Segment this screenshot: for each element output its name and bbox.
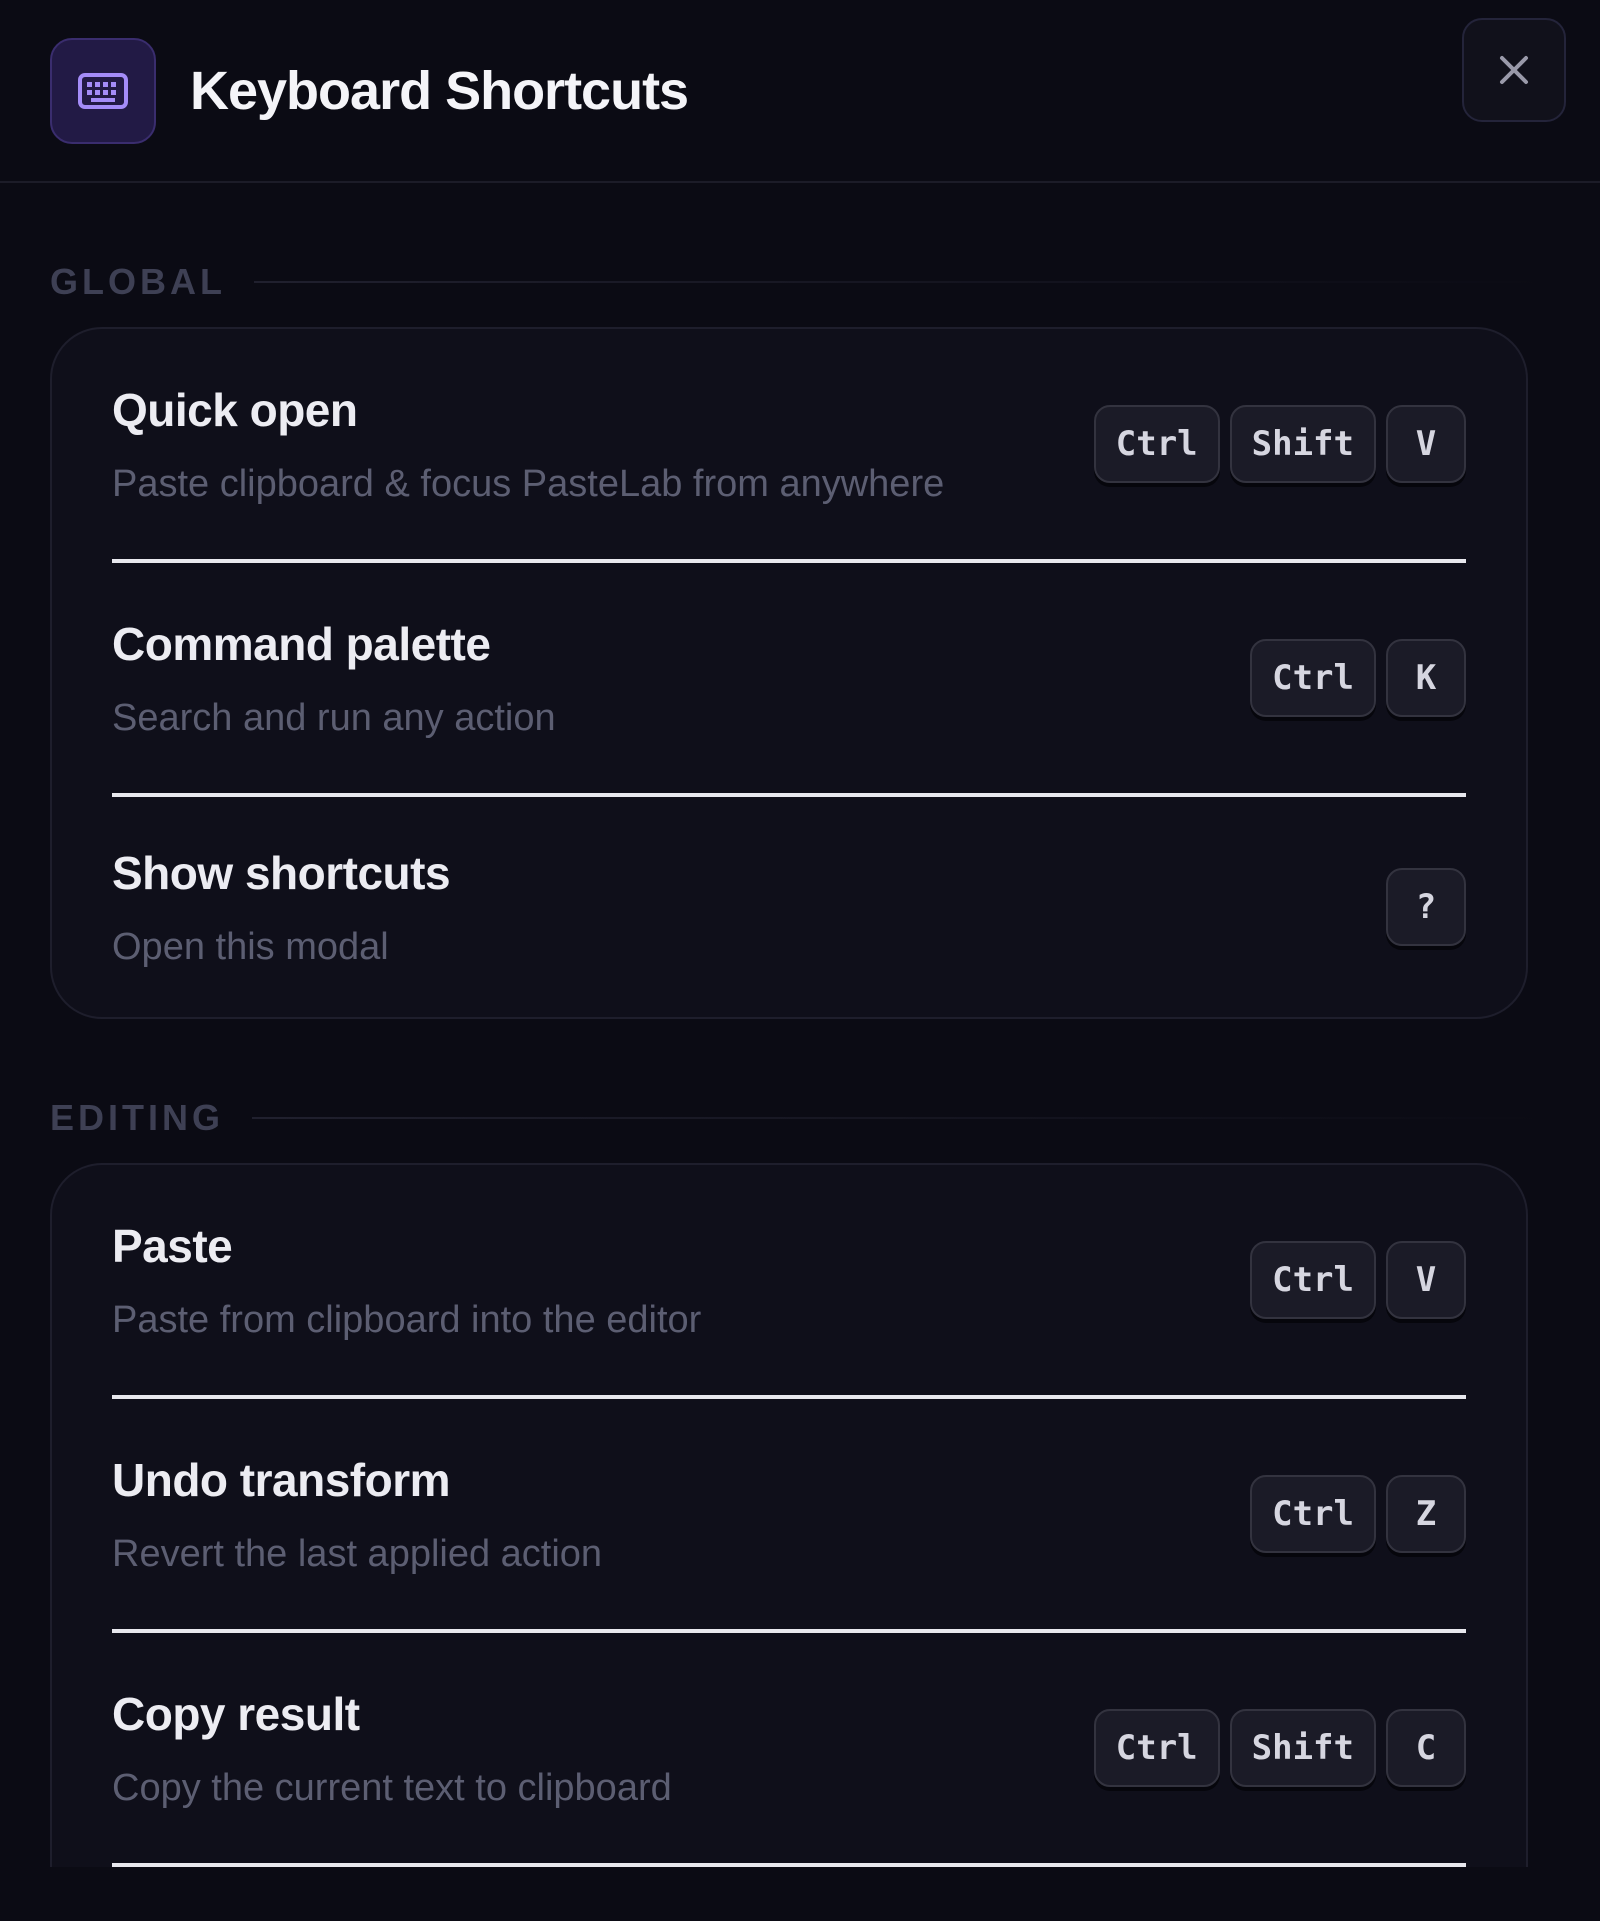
shortcut-description: Open this modal [112,925,389,968]
section-header-global: GLOBAL [50,261,1550,303]
shortcut-row-copy-result: Copy result Copy the current text to cli… [112,1633,1466,1867]
shortcut-description: Paste from clipboard into the editor [112,1298,702,1341]
section-label: GLOBAL [50,261,226,302]
shortcut-title: Command palette [112,617,491,670]
modal-header: Keyboard Shortcuts [0,0,1600,183]
shortcut-title: Quick open [112,383,358,436]
shortcut-group-editing: Paste Paste from clipboard into the edit… [50,1163,1528,1867]
key-ctrl: Ctrl [1250,1241,1376,1319]
key-question-mark: ? [1386,868,1466,946]
key-ctrl: Ctrl [1250,1475,1376,1553]
key-k: K [1386,639,1466,717]
key-z: Z [1386,1475,1466,1553]
key-combo: Ctrl Z [1250,1475,1466,1553]
key-v: V [1386,405,1466,483]
key-shift: Shift [1229,1709,1376,1787]
shortcut-row-show-shortcuts: Show shortcuts Open this modal ? [112,797,1466,1017]
modal-title: Keyboard Shortcuts [190,60,689,121]
keyboard-icon [50,37,156,144]
shortcut-description: Paste clipboard & focus PasteLab from an… [112,462,945,505]
close-button[interactable] [1462,18,1566,122]
shortcut-row-quick-open: Quick open Paste clipboard & focus Paste… [112,329,1466,563]
section-label: EDITING [50,1097,225,1138]
key-c: C [1386,1709,1466,1787]
key-combo: Ctrl Shift V [1093,405,1466,483]
shortcut-description: Copy the current text to clipboard [112,1766,672,1809]
shortcut-title: Paste [112,1219,233,1272]
key-combo: Ctrl K [1250,639,1466,717]
section-header-editing: EDITING [50,1097,1550,1139]
keyboard-shortcuts-modal: Keyboard Shortcuts GLOBAL Quick open Pas… [0,0,1600,1921]
shortcut-row-command-palette: Command palette Search and run any actio… [112,563,1466,797]
close-icon [1500,56,1528,84]
shortcut-description: Revert the last applied action [112,1532,603,1575]
key-v: V [1386,1241,1466,1319]
shortcut-row-paste: Paste Paste from clipboard into the edit… [112,1165,1466,1399]
shortcut-group-global: Quick open Paste clipboard & focus Paste… [50,327,1528,1019]
key-combo: Ctrl Shift C [1093,1709,1466,1787]
section-divider [253,281,1550,283]
key-combo: ? [1386,868,1466,946]
shortcut-row-undo-transform: Undo transform Revert the last applied a… [112,1399,1466,1633]
shortcut-title: Copy result [112,1687,360,1740]
shortcut-title: Undo transform [112,1453,451,1506]
shortcut-description: Search and run any action [112,696,556,739]
shortcut-title: Show shortcuts [112,846,451,899]
key-ctrl: Ctrl [1250,639,1376,717]
modal-body: GLOBAL Quick open Paste clipboard & focu… [0,261,1600,1867]
key-shift: Shift [1229,405,1376,483]
section-divider [252,1117,1550,1119]
key-ctrl: Ctrl [1093,405,1220,483]
key-combo: Ctrl V [1250,1241,1466,1319]
key-ctrl: Ctrl [1093,1709,1220,1787]
